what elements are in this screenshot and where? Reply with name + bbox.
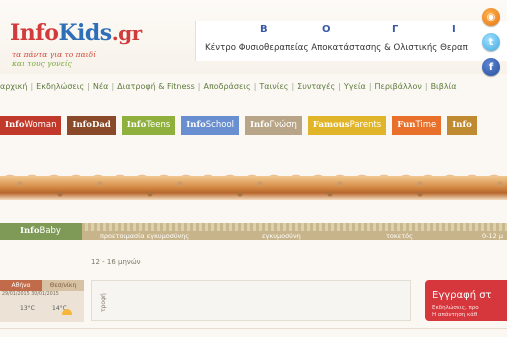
infobaby-tab[interactable]: InfoBaby	[0, 223, 82, 240]
tab-bold: Fun	[397, 120, 416, 130]
tab-rest: Time	[415, 120, 437, 130]
nav-item-health[interactable]: Υγεία	[344, 82, 366, 91]
weather-dates: 29/01/2015 30/01/2015	[2, 292, 59, 297]
weather-temp: 13°C	[20, 305, 35, 312]
tab-bold: Info	[452, 120, 472, 130]
tab-infognosi[interactable]: InfoΓνώση	[245, 116, 302, 135]
category-tabs: InfoWoman InfoDad InfoTeens InfoSchool I…	[0, 116, 477, 135]
tab-rest: Woman	[24, 120, 57, 130]
tab-bold: Info	[5, 120, 25, 130]
nav-item-news[interactable]: Νέα	[93, 82, 109, 91]
tab-infodad[interactable]: InfoDad	[67, 116, 116, 135]
tab-rest: School	[205, 120, 234, 130]
banner-letter: Ο	[322, 24, 331, 35]
banner-letter: Β	[260, 24, 268, 35]
content-panel	[91, 280, 411, 321]
register-title: Εγγραφή στ	[432, 290, 492, 301]
top-navigation: αρχική | Εκδηλώσεις | Νέα | Διατροφή & Fitness…	[0, 82, 457, 91]
site-logo[interactable]: InfoKids.gr	[10, 20, 142, 46]
tab-athens[interactable]: Αθήνα	[0, 280, 42, 291]
tab-bold: Famous	[312, 120, 350, 130]
register-subtitle: Εκδηλώσεις, προ Η απάντηση κάθ	[432, 305, 479, 319]
tagline-line1: τα πάντα για το παιδί	[12, 50, 97, 59]
tab-rest: Parents	[349, 120, 382, 130]
register-line2: Η απάντηση κάθ	[432, 312, 478, 318]
nav-item-movies[interactable]: Ταινίες	[259, 82, 288, 91]
nav-item-books[interactable]: Βιβλία	[431, 82, 457, 91]
banner-letter: Γ	[392, 24, 399, 35]
banner-letters: Β Ο Γ Ι	[260, 24, 507, 38]
tab-thessaloniki[interactable]: Θεσ/νίκη	[42, 280, 84, 291]
tab-infowoman[interactable]: InfoWoman	[0, 116, 62, 135]
logo-info: Info	[10, 20, 59, 46]
tagline-line2: και τους γονείς	[12, 59, 72, 68]
banner-subtitle: Κέντρο Φυσιοθεραπείας Αποκατάστασης & Ολ…	[205, 43, 468, 53]
panel-label: τροφή	[100, 293, 107, 312]
infobaby-bold: Info	[20, 226, 40, 236]
subtab-pregnancy[interactable]: εγκυμοσύνη	[262, 232, 301, 240]
tab-bold: InfoDad	[72, 120, 111, 130]
nav-item-nutrition[interactable]: Διατροφή & Fitness	[117, 82, 195, 91]
nav-item-events[interactable]: Εκδηλώσεις	[36, 82, 84, 91]
tab-rest: Teens	[146, 120, 171, 130]
sun-icon	[62, 309, 72, 315]
nav-item-home[interactable]: αρχική	[0, 82, 27, 91]
age-range-label: 12 - 16 μηνών	[91, 258, 141, 266]
tab-infoteens[interactable]: InfoTeens	[121, 116, 176, 135]
logo-kids: Kids	[58, 20, 112, 46]
tab-infoschool[interactable]: InfoSchool	[181, 116, 239, 135]
tab-rest: Γνώση	[269, 120, 297, 130]
subtab-0-12[interactable]: 0-12 μ	[482, 232, 503, 240]
tab-funtime[interactable]: FunTime	[392, 116, 442, 135]
nav-item-recipes[interactable]: Συνταγές	[297, 82, 335, 91]
site-tagline: τα πάντα για το παιδί και τους γονείς	[12, 50, 96, 68]
subtab-pregnancy-prep[interactable]: προετοιμασία εγκυμοσύνης	[100, 232, 189, 240]
tab-bold: Info	[126, 120, 147, 130]
register-line1: Εκδηλώσεις, προ	[432, 305, 479, 311]
facebook-icon[interactable]: f	[482, 58, 500, 76]
banner-letter: Ι	[452, 24, 456, 35]
nav-item-getaways[interactable]: Αποδράσεις	[203, 82, 250, 91]
twitter-icon[interactable]: t	[482, 33, 500, 51]
tab-famousparents[interactable]: FamousParents	[307, 116, 387, 135]
subtab-birth[interactable]: τοκετός	[386, 232, 413, 240]
nav-item-environment[interactable]: Περιβάλλον	[375, 82, 422, 91]
decorative-band	[0, 176, 507, 200]
tab-bold: Info	[250, 120, 270, 130]
infobaby-rest: Baby	[39, 226, 61, 236]
tab-bold: Info	[186, 120, 206, 130]
tab-info-more[interactable]: Info	[447, 116, 477, 135]
logo-gr: .gr	[111, 21, 142, 45]
weather-tabs: Αθήνα Θεσ/νίκη	[0, 280, 84, 291]
weather-date: 29/01/2015	[2, 292, 30, 297]
rss-icon[interactable]: ◉	[482, 8, 500, 26]
divider	[0, 328, 507, 329]
weather-date: 30/01/2015	[31, 292, 59, 297]
